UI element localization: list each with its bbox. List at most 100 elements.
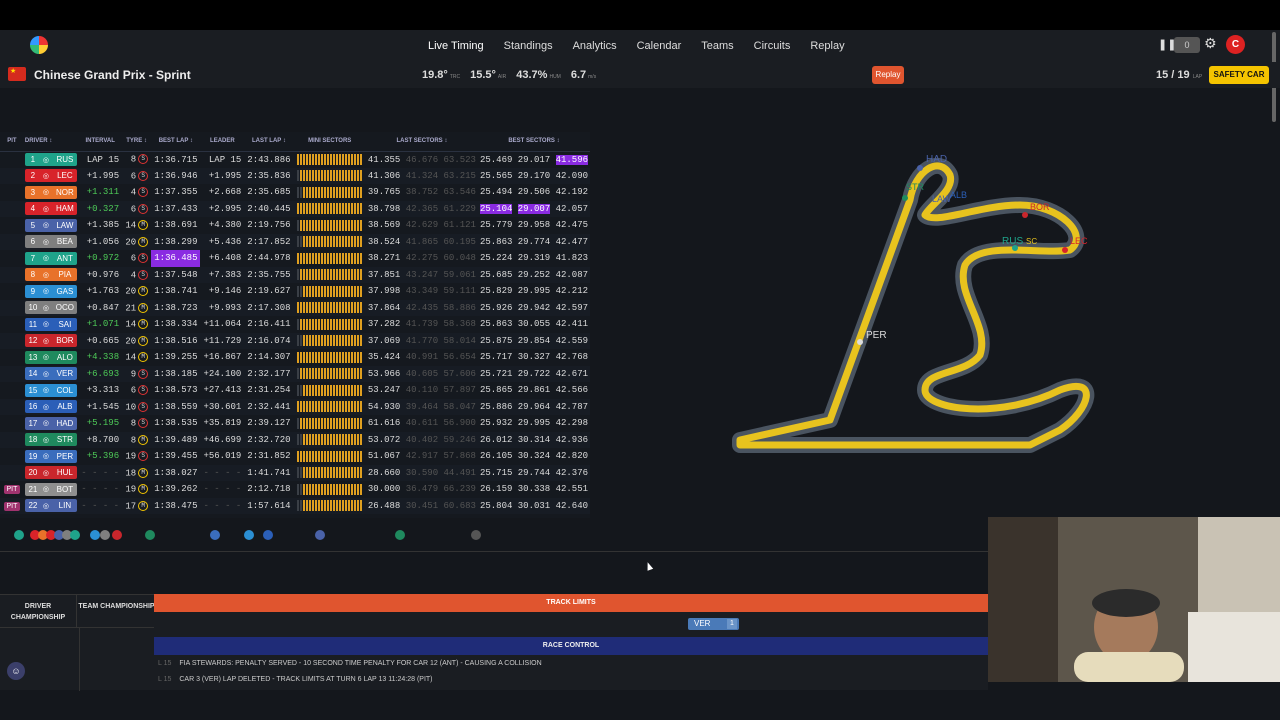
table-row[interactable]: 17 ◎ HAD +5.195 8 S 1:38.535 +35.819 2:39.127 61.… (0, 415, 590, 432)
nav-teams[interactable]: Teams (699, 38, 735, 54)
best-sectors-cell: 25.886 29.964 42.787 (479, 401, 588, 412)
table-row[interactable]: 10 ◎ OCO +0.847 21 M 1:38.723 +9.993 2:17.308 37.… (0, 299, 590, 317)
driver-cell[interactable]: 2 ◎ LEC (24, 168, 78, 185)
gap-dot-alo[interactable] (145, 530, 155, 540)
gap-dot-col[interactable] (244, 530, 254, 540)
header-last-lap[interactable]: LAST LAP ↕ (244, 132, 294, 152)
team-icon: ◎ (42, 436, 49, 444)
gap-dot-alb[interactable] (263, 530, 273, 540)
track-limits-header: TRACK LIMITS (154, 594, 988, 612)
interval-cell: LAP 15 (86, 154, 120, 165)
driver-cell[interactable]: 6 ◎ BEA (24, 234, 78, 251)
gap-dot-gas[interactable] (90, 530, 100, 540)
tab-driver-championship[interactable]: DRIVER CHAMPIONSHIP (0, 595, 77, 627)
table-row[interactable]: 16 ◎ ALB +1.545 10 S 1:38.559 +30.601 2:32.441 54… (0, 398, 590, 416)
table-row[interactable]: 18 ◎ STR +8.700 8 M 1:39.489 +46.699 2:32.720 53.… (0, 431, 590, 449)
track-label-rus: RUS (1002, 236, 1023, 247)
replay-button[interactable]: Replay (872, 66, 904, 84)
nav-calendar[interactable]: Calendar (635, 38, 684, 54)
gap-dot-per[interactable] (471, 530, 481, 540)
car-dot-had (917, 165, 923, 171)
driver-cell[interactable]: 13 ◎ ALO (24, 349, 78, 366)
interval-cell: +6.693 (86, 368, 120, 379)
driver-cell[interactable]: 10 ◎ OCO (24, 300, 78, 317)
gap-dot-ant[interactable] (70, 530, 80, 540)
driver-cell[interactable]: 4 ◎ HAM (24, 201, 78, 218)
track-label-str: STR (906, 182, 925, 192)
driver-cell[interactable]: 5 ◎ LAW (24, 217, 78, 234)
gear-icon[interactable]: ⚙ (1204, 36, 1217, 52)
tab-team-championship[interactable]: TEAM CHAMPIONSHIP (78, 595, 155, 627)
table-row[interactable]: 4 ◎ HAM +0.327 6 S 1:37.433 +2.995 2:40.445 38.79… (0, 200, 590, 218)
mini-sectors-cell (294, 234, 366, 251)
driver-cell[interactable]: 20 ◎ HUL (24, 465, 78, 482)
driver-cell[interactable]: 9 ◎ GAS (24, 283, 78, 300)
pit-cell: PIT (0, 498, 24, 515)
interval-cell: +1.311 (86, 187, 120, 198)
gap-dot-ver[interactable] (210, 530, 220, 540)
driver-cell[interactable]: 22 ◎ LIN (24, 498, 78, 515)
driver-cell[interactable]: 8 ◎ PIA (24, 267, 78, 284)
header-best-lap[interactable]: BEST LAP ↕ (151, 132, 201, 152)
tyre-cell: 6S (122, 250, 151, 267)
assistant-icon[interactable]: ☺ (7, 662, 25, 680)
table-row[interactable]: 6 ◎ BEA +1.056 20 M 1:38.299 +5.436 2:17.852 38.5… (0, 233, 590, 251)
driver-cell[interactable]: 7 ◎ ANT (24, 250, 78, 267)
driver-cell[interactable]: 16 ◎ ALB (24, 399, 78, 416)
table-row[interactable]: 3 ◎ NOR +1.311 4 S 1:37.355 +2.668 2:35.685 39.76… (0, 184, 590, 201)
table-row[interactable]: 5 ◎ LAW +1.385 14 M 1:38.691 +4.380 2:19.756 38.5… (0, 217, 590, 234)
gap-dot-str[interactable] (395, 530, 405, 540)
tyre-compound-icon: M (138, 467, 149, 478)
tyre-compound-icon: S (138, 253, 149, 264)
header-best-sectors[interactable]: BEST SECTORS ↕ (477, 132, 590, 152)
table-row[interactable]: 2 ◎ LEC +1.995 6 S 1:36.946 +1.995 2:35.836 41.30… (0, 167, 590, 185)
nav-analytics[interactable]: Analytics (571, 38, 619, 54)
table-row[interactable]: 7 ◎ ANT +0.972 6 S 1:36.485 +6.408 2:44.978 38.27… (0, 250, 590, 267)
nav-standings[interactable]: Standings (502, 38, 555, 54)
best-lap-cell: 1:38.516 (154, 335, 198, 346)
tyre-cell: 14 M (122, 349, 151, 366)
table-row[interactable]: 13 ◎ ALO +4.338 14 M 1:39.255 +16.867 2:14.307 35… (0, 349, 590, 366)
table-row[interactable]: 15 ◎ COL +3.313 6 S 1:38.573 +27.413 2:31.254 53.… (0, 382, 590, 399)
table-row[interactable]: 9 ◎ GAS +1.763 20 M 1:38.741 +9.146 2:19.627 37.9… (0, 283, 590, 300)
driver-cell[interactable]: 3 ◎ NOR (24, 184, 78, 201)
nav-live-timing[interactable]: Live Timing (426, 38, 486, 54)
gap-dot-oco[interactable] (100, 530, 110, 540)
driver-cell[interactable]: 21 ◎ BOT (24, 481, 78, 498)
gap-dot-had[interactable] (315, 530, 325, 540)
table-row[interactable]: 12 ◎ BOR +0.665 20 M 1:38.516 +11.729 2:16.074 37… (0, 332, 590, 350)
gap-dot-rus[interactable] (14, 530, 24, 540)
driver-cell[interactable]: 19 ◎ PER (24, 448, 78, 465)
leader-gap-cell: - - - - (203, 467, 242, 478)
avatar[interactable]: C (1226, 35, 1245, 54)
driver-cell[interactable]: 11 ◎ SAI (24, 316, 78, 333)
table-row[interactable]: 20 ◎ HUL - - - -18 M 1:38.027- - - -1:41.741 2… (0, 464, 590, 482)
driver-cell[interactable]: 15 ◎ COL (24, 382, 78, 399)
table-row[interactable]: 8 ◎ PIA +0.976 4 S 1:37.548 +7.383 2:35.755 37.85… (0, 266, 590, 284)
table-row[interactable]: PIT 21 ◎ BOT - - - -19 M 1:39.262- - - -2:12.7… (0, 481, 590, 498)
nav-circuits[interactable]: Circuits (752, 38, 793, 54)
last-sectors-cell: 39.765 38.752 63.546 (367, 187, 476, 198)
driver-cell[interactable]: 12 ◎ BOR (24, 333, 78, 350)
pit-cell (0, 250, 24, 267)
table-row[interactable]: 14 ◎ VER +6.693 9 S 1:38.185 +24.100 2:32.177 53.… (0, 365, 590, 383)
table-row[interactable]: PIT 22 ◎ LIN - - - -17 M 1:38.475- - - -1:57.6… (0, 497, 590, 515)
nav-replay[interactable]: Replay (808, 38, 846, 54)
driver-cell[interactable]: 18 ◎ STR (24, 432, 78, 449)
table-row[interactable]: 11 ◎ SAI +1.071 14 M 1:38.334 +11.064 2:16.411 37… (0, 316, 590, 333)
header-last-sectors[interactable]: LAST SECTORS ↕ (365, 132, 478, 152)
header-tyre[interactable]: TYRE ↕ (122, 132, 152, 152)
header-driver[interactable]: DRIVER ↕ (23, 132, 79, 152)
driver-cell[interactable]: 1 ◎ RUS (24, 151, 78, 168)
last-sectors-cell: 53.966 40.605 57.606 (367, 368, 476, 379)
table-row[interactable]: 19 ◎ PER +5.396 19 S 1:39.455 +56.019 2:31.852 51… (0, 448, 590, 465)
delay-badge[interactable]: 0 (1174, 37, 1200, 53)
gap-dot-bor[interactable] (112, 530, 122, 540)
leader-gap-cell: - - - - (203, 484, 242, 495)
tyre-compound-icon: S (138, 187, 149, 198)
app-logo-icon[interactable] (30, 36, 48, 54)
table-row[interactable]: 1 ◎ RUS LAP 15 8 S 1:36.715 LAP 15 2:43.886 41.35… (0, 151, 590, 168)
driver-cell[interactable]: 14 ◎ VER (24, 366, 78, 383)
driver-cell[interactable]: 17 ◎ HAD (24, 415, 78, 432)
pit-cell (0, 201, 24, 218)
